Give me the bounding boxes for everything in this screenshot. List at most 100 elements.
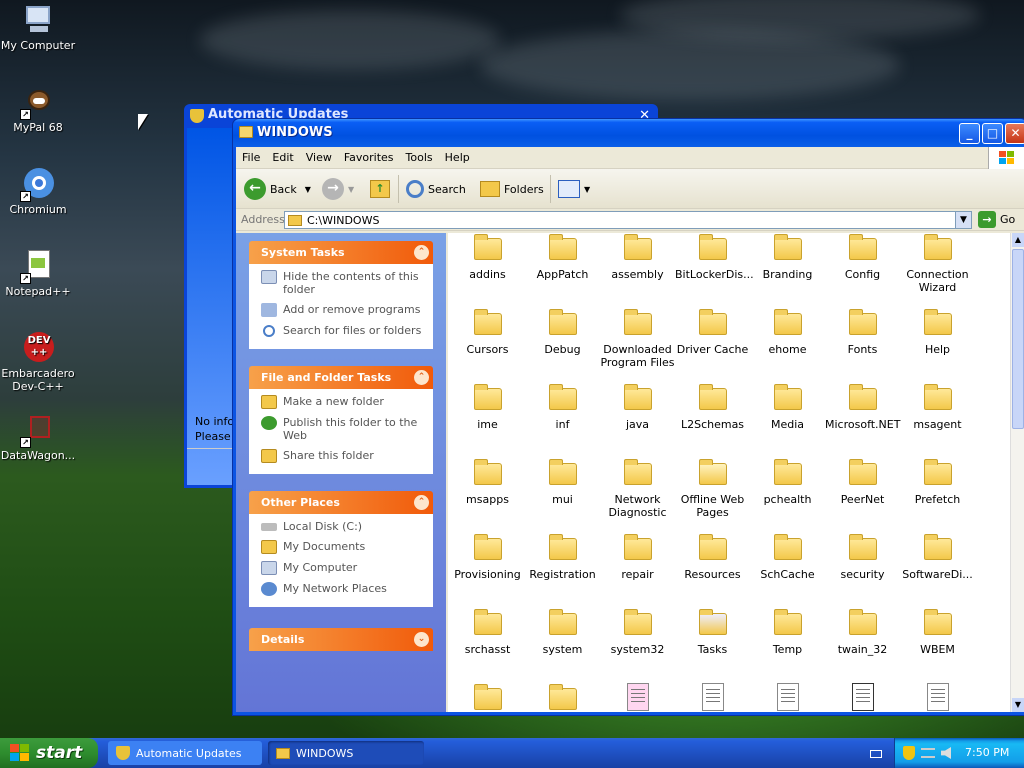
close-button[interactable]: ✕	[1005, 123, 1024, 144]
folders-button[interactable]: Folders	[480, 177, 544, 201]
folder-item[interactable]: srchasst	[450, 608, 525, 656]
folder-item[interactable]: Tasks	[675, 608, 750, 656]
task-add-remove-programs[interactable]: Add or remove programs	[261, 303, 433, 317]
folder-item[interactable]: assembly	[600, 233, 675, 281]
folder-item[interactable]: ehome	[750, 308, 825, 356]
forward-button[interactable]: → ▼	[322, 177, 354, 201]
folder-item[interactable]: msagent	[900, 383, 975, 431]
collapse-icon[interactable]: ⌃	[414, 495, 429, 510]
search-button[interactable]: Search	[406, 177, 466, 201]
folder-item[interactable]: security	[825, 533, 900, 581]
desktop-icon-mypal[interactable]: ↗ MyPal 68	[0, 86, 76, 134]
chevron-down-icon[interactable]: ▼	[955, 212, 971, 228]
folder-item[interactable]: Config	[825, 233, 900, 281]
file-folder-tasks-header[interactable]: File and Folder Tasks ⌃	[249, 366, 433, 389]
folder-item[interactable]: inf	[525, 383, 600, 431]
desktop-icon-chromium[interactable]: ↗ Chromium	[0, 168, 76, 216]
taskbar-item-windows[interactable]: WINDOWS	[268, 741, 424, 765]
desktop-icon-notepadpp[interactable]: ↗ Notepad++	[0, 250, 76, 298]
up-folder-button[interactable]: ↑	[370, 177, 390, 201]
folder-item[interactable]: Connection Wizard	[900, 233, 975, 294]
back-button[interactable]: ← Back ▼	[244, 177, 311, 201]
explorer-window[interactable]: WINDOWS _ □ ✕ File Edit View Favorites Tools…	[232, 118, 1024, 716]
maximize-button[interactable]: □	[982, 123, 1003, 144]
security-shield-icon[interactable]	[903, 746, 915, 760]
folder-item[interactable]: PeerNet	[825, 458, 900, 506]
folder-item[interactable]: Help	[900, 308, 975, 356]
file-item[interactable]	[600, 683, 675, 712]
start-button[interactable]: start	[0, 738, 98, 768]
menu-help[interactable]: Help	[439, 147, 476, 168]
place-local-disk[interactable]: Local Disk (C:)	[261, 520, 433, 533]
details-header[interactable]: Details ⌄	[249, 628, 433, 651]
minimize-button[interactable]: _	[959, 123, 980, 144]
system-tasks-header[interactable]: System Tasks ⌃	[249, 241, 433, 264]
folder-item[interactable]: Temp	[750, 608, 825, 656]
desktop-icon-datawagon[interactable]: ↗ DataWagon...	[0, 414, 76, 462]
folder-item[interactable]: Provisioning	[450, 533, 525, 581]
views-button[interactable]: ▼	[558, 177, 590, 201]
place-network[interactable]: My Network Places	[261, 582, 433, 596]
scroll-up-arrow[interactable]: ▲	[1012, 233, 1024, 247]
expand-icon[interactable]: ⌄	[414, 632, 429, 647]
folder-item[interactable]: Registration	[525, 533, 600, 581]
desktop-icon-devcpp[interactable]: DEV ++ Embarcadero Dev-C++	[0, 332, 76, 393]
folder-item[interactable]: mui	[525, 458, 600, 506]
folder-item[interactable]: Network Diagnostic	[600, 458, 675, 519]
folder-item[interactable]: Cursors	[450, 308, 525, 356]
file-item[interactable]	[750, 683, 825, 712]
task-share-folder[interactable]: Share this folder	[261, 449, 433, 463]
task-new-folder[interactable]: Make a new folder	[261, 395, 433, 409]
scroll-down-arrow[interactable]: ▼	[1012, 698, 1024, 712]
folder-item[interactable]: SchCache	[750, 533, 825, 581]
explorer-titlebar[interactable]: WINDOWS _ □ ✕	[233, 119, 1024, 147]
network-icon[interactable]	[921, 748, 935, 758]
desktop-icon-my-computer[interactable]: My Computer	[0, 4, 76, 52]
folder-item[interactable]: twain_32	[825, 608, 900, 656]
folder-item[interactable]: Branding	[750, 233, 825, 281]
folder-item[interactable]: Microsoft.NET	[825, 383, 900, 431]
folder-item[interactable]: ime	[450, 383, 525, 431]
folder-item[interactable]: system32	[600, 608, 675, 656]
file-item[interactable]	[825, 683, 900, 712]
file-item[interactable]	[525, 683, 600, 712]
task-search-files[interactable]: Search for files or folders	[261, 324, 433, 338]
menu-file[interactable]: File	[236, 147, 266, 168]
collapse-icon[interactable]: ⌃	[414, 245, 429, 260]
file-item[interactable]	[900, 683, 975, 712]
chevron-down-icon[interactable]: ▼	[584, 185, 590, 194]
task-publish-web[interactable]: Publish this folder to the Web	[261, 416, 433, 442]
folder-item[interactable]: repair	[600, 533, 675, 581]
menu-edit[interactable]: Edit	[266, 147, 299, 168]
folder-item[interactable]: Driver Cache	[675, 308, 750, 356]
folder-item[interactable]: Offline Web Pages	[675, 458, 750, 519]
menu-view[interactable]: View	[300, 147, 338, 168]
folder-item[interactable]: Media	[750, 383, 825, 431]
volume-icon[interactable]	[941, 747, 951, 759]
file-item[interactable]	[450, 683, 525, 712]
folder-item[interactable]: msapps	[450, 458, 525, 506]
clock[interactable]: 7:50 PM	[965, 746, 1009, 759]
keyboard-icon[interactable]	[870, 750, 882, 758]
place-my-computer[interactable]: My Computer	[261, 561, 433, 575]
folder-item[interactable]: Debug	[525, 308, 600, 356]
file-item[interactable]	[675, 683, 750, 712]
menu-favorites[interactable]: Favorites	[338, 147, 400, 168]
folder-item[interactable]: java	[600, 383, 675, 431]
folder-item[interactable]: Fonts	[825, 308, 900, 356]
chevron-down-icon[interactable]: ▼	[305, 185, 311, 194]
folder-item[interactable]: SoftwareDi...	[900, 533, 975, 581]
go-button[interactable]: → Go	[978, 211, 1015, 228]
menu-tools[interactable]: Tools	[400, 147, 439, 168]
folder-item[interactable]: L2Schemas	[675, 383, 750, 431]
folder-item[interactable]: Resources	[675, 533, 750, 581]
folder-item[interactable]: BitLockerDis...	[675, 233, 754, 281]
folder-item[interactable]: Downloaded Program Files	[600, 308, 675, 369]
folder-item[interactable]: system	[525, 608, 600, 656]
other-places-header[interactable]: Other Places ⌃	[249, 491, 433, 514]
folder-item[interactable]: AppPatch	[525, 233, 600, 281]
place-my-documents[interactable]: My Documents	[261, 540, 433, 554]
folder-item[interactable]: Prefetch	[900, 458, 975, 506]
folder-item[interactable]: addins	[450, 233, 525, 281]
vertical-scrollbar[interactable]: ▲ ▼	[1010, 233, 1024, 712]
